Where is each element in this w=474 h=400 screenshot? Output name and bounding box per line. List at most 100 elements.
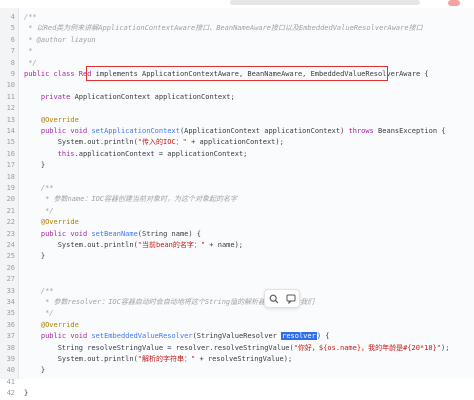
code-line[interactable]: 11 private ApplicationContext applicatio… [0, 92, 474, 103]
code-token: public void [40, 332, 92, 341]
code-line[interactable]: 23 public void setBeanName(String name) … [0, 229, 474, 240]
line-number: 13 [6, 115, 15, 124]
code-token: + applicationContext); [186, 138, 284, 147]
code-line[interactable]: 20 * 参数name：IOC容器创建当前对象时，为这个对象起的名字 [0, 194, 474, 205]
highlight-box [86, 66, 388, 81]
code-text: * @author liayun [24, 35, 96, 46]
code-text: System.out.println("传入的IOC：" + applicati… [24, 137, 284, 148]
line-number: 24 [6, 241, 15, 249]
code-line[interactable]: 21 */ [0, 206, 474, 217]
code-text: System.out.println("解析的字符串：" + resolveSt… [24, 354, 292, 365]
code-line[interactable]: 19 /** [0, 183, 474, 194]
code-text: public void setBeanName(String name) { [24, 229, 201, 240]
code-line[interactable]: 17 } [0, 160, 474, 171]
code-line[interactable]: 39 System.out.println("解析的字符串：" + resolv… [0, 354, 474, 365]
line-number: 36 [6, 320, 15, 329]
code-text: /** [24, 183, 54, 194]
line-number: 9 [10, 70, 15, 78]
line-number: 37 [6, 332, 15, 341]
code-line[interactable]: 24 System.out.println("当前bean的名字：" + nam… [0, 240, 474, 251]
code-token: @Override [24, 218, 79, 227]
line-number: 5 [10, 24, 15, 33]
code-line[interactable]: 13 @Override [0, 115, 474, 126]
code-line[interactable]: 38 String resolveStringValue = resolver.… [0, 343, 474, 354]
code-line[interactable]: 35 */ [0, 308, 474, 319]
code-token: setApplicationContext [91, 127, 180, 135]
code-token: /** [24, 286, 54, 295]
code-token: throws [348, 127, 379, 135]
code-line[interactable]: 14 public void setApplicationContext(App… [0, 126, 474, 137]
code-line[interactable]: 42} [0, 388, 474, 399]
code-text: /** [24, 286, 54, 297]
code-line[interactable]: 34 * 参数resolver：IOC容器启动时会自动地将这个String值的解… [0, 297, 474, 308]
line-number: 21 [6, 206, 15, 215]
horizontal-scrollbar[interactable] [230, 0, 420, 5]
line-number: 12 [6, 104, 15, 113]
line-number: 38 [6, 343, 15, 352]
code-line[interactable]: 5 * 以Red类为例来讲解ApplicationContextAware接口、… [0, 23, 474, 34]
line-number: 17 [6, 161, 15, 170]
code-text: * [24, 46, 32, 57]
code-text: */ [24, 58, 37, 69]
code-line[interactable]: 25 } [0, 251, 474, 262]
line-number: 20 [6, 195, 15, 204]
code-token: setBeanName [91, 229, 138, 238]
code-token: } [24, 252, 46, 261]
code-text: */ [24, 206, 53, 217]
line-number: 33 [6, 286, 15, 295]
code-token: private [40, 92, 75, 101]
code-token: * 以Red类为例来讲解ApplicationContextAware接口、Be… [24, 24, 423, 33]
code-token: ); [441, 343, 450, 352]
line-number: 6 [10, 35, 15, 44]
code-line[interactable]: 26 [0, 263, 474, 274]
code-editor[interactable]: 4 /** 5 * 以Red类为例来讲解ApplicationContextAwar… [0, 8, 474, 397]
code-token: public void [40, 229, 92, 238]
code-text: } [24, 365, 45, 376]
line-number: 14 [6, 127, 15, 135]
code-text: * 参数name：IOC容器创建当前对象时，为这个对象起的名字 [24, 194, 237, 205]
code-token: + name); [205, 241, 244, 249]
search-icon[interactable] [268, 293, 279, 304]
code-line[interactable]: 12 [0, 103, 474, 114]
code-token: System.out.println( [24, 138, 138, 147]
code-line[interactable]: 22 @Override [0, 217, 474, 228]
code-line[interactable]: 6 * @author liayun [0, 35, 474, 46]
line-number: 23 [6, 229, 15, 238]
line-number: 22 [6, 218, 15, 227]
code-token: } [24, 389, 29, 398]
code-line[interactable]: 40 } [0, 365, 474, 376]
code-text: String resolveStringValue = resolver.res… [24, 343, 450, 354]
code-line[interactable]: 7 * [0, 46, 474, 57]
line-number: 4 [10, 13, 15, 21]
code-token: */ [24, 58, 37, 67]
code-line[interactable]: 18 [0, 172, 474, 183]
code-token: "当前bean的名字：" [137, 241, 206, 249]
code-text: this.applicationContext = applicationCon… [24, 149, 248, 160]
line-number: 40 [6, 366, 15, 375]
line-number: 18 [6, 172, 15, 181]
code-line[interactable]: 10 [0, 80, 474, 91]
code-line[interactable]: 33 /** [0, 286, 474, 297]
comment-icon[interactable] [285, 293, 296, 304]
code-line[interactable]: 27 [0, 274, 474, 285]
code-token: this [57, 149, 75, 158]
badge-dot [448, 0, 460, 6]
code-text: @Override [24, 217, 79, 228]
code-line[interactable]: 15 System.out.println("传入的IOC：" + applic… [0, 137, 474, 148]
code-token: ) { [316, 332, 330, 341]
code-line[interactable]: 37 public void setEmbeddedValueResolver(… [0, 331, 474, 342]
code-text: /** [24, 12, 37, 23]
code-text: private ApplicationContext applicationCo… [24, 92, 235, 103]
code-token: * @author liayun [24, 35, 96, 44]
line-number: 26 [6, 263, 15, 272]
code-token: (String name) { [137, 229, 202, 238]
code-line[interactable]: 16 this.applicationContext = application… [0, 149, 474, 160]
code-token: "你好，${os.name}，我的年龄是#{20*18}" [293, 343, 442, 352]
code-text: * 以Red类为例来讲解ApplicationContextAware接口、Be… [24, 23, 423, 34]
code-line[interactable]: 4 /** [0, 12, 474, 23]
code-line[interactable]: 36 @Override [0, 320, 474, 331]
line-number: 8 [10, 58, 15, 67]
